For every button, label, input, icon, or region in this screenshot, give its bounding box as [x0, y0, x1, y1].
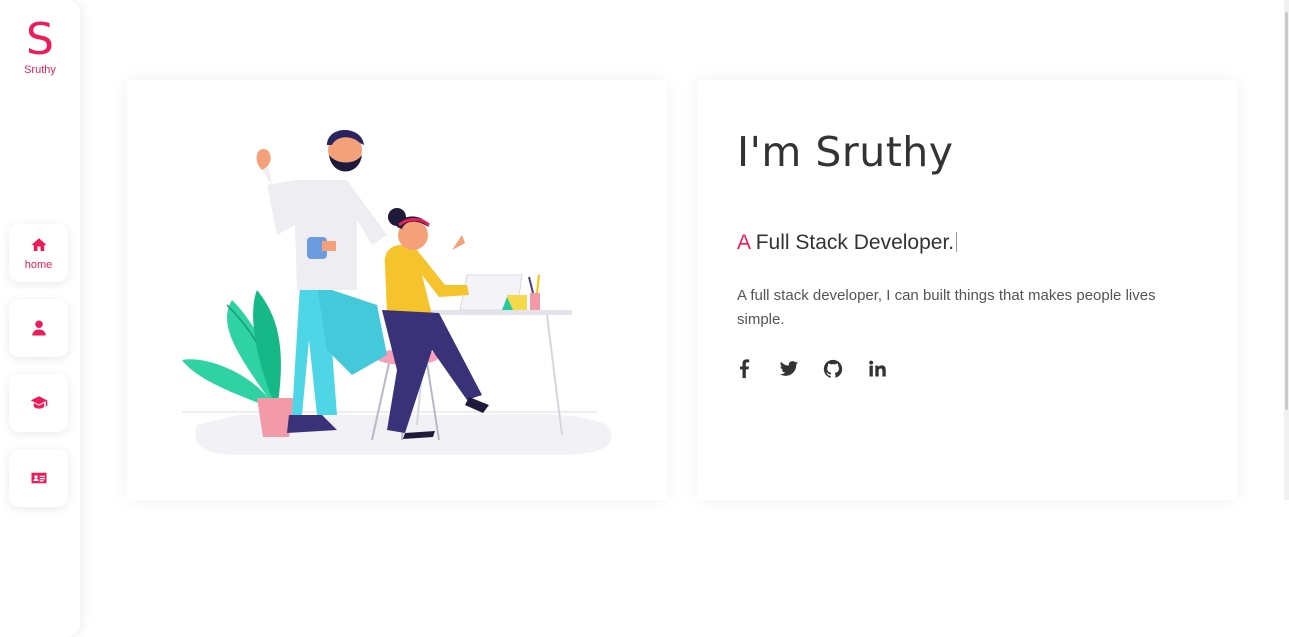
linkedin-link[interactable]	[867, 359, 887, 379]
graduation-cap-icon	[30, 396, 47, 409]
scrollbar[interactable]	[1284, 0, 1289, 500]
typing-cursor	[956, 232, 958, 252]
subtitle-role: Full Stack Developer.	[749, 231, 955, 254]
illustration-card	[127, 80, 667, 500]
logo[interactable]: S Sruthy	[0, 18, 80, 77]
linkedin-icon	[869, 360, 886, 377]
nav-home-label: home	[24, 258, 53, 271]
developers-illustration	[182, 130, 612, 455]
facebook-link[interactable]	[735, 359, 755, 379]
facebook-icon	[740, 359, 750, 379]
sidebar: S Sruthy home	[0, 0, 80, 637]
hero-description: A full stack developer, I can built thin…	[737, 287, 1156, 328]
contact-card-icon	[31, 472, 46, 484]
nav-about-button[interactable]	[9, 299, 68, 357]
logo-name[interactable]: Sruthy	[0, 64, 80, 76]
nav-education-button[interactable]	[9, 374, 68, 432]
github-icon	[823, 359, 843, 378]
intro-card: I'm Sruthy A Full Stack Developer. A ful…	[697, 80, 1237, 500]
subtitle-prefix: A	[737, 231, 750, 254]
home-icon	[31, 237, 46, 251]
user-icon	[31, 320, 46, 336]
twitter-icon	[779, 361, 799, 376]
social-links	[735, 359, 887, 379]
hero-subtitle: A Full Stack Developer.	[737, 231, 958, 255]
logo-letter[interactable]: S	[0, 18, 80, 62]
github-link[interactable]	[823, 359, 843, 379]
nav-home-button[interactable]: home	[9, 224, 68, 282]
nav-contact-button[interactable]	[9, 449, 68, 507]
hero-title: I'm Sruthy	[737, 128, 954, 176]
twitter-link[interactable]	[779, 359, 799, 379]
scrollbar-thumb[interactable]	[1285, 12, 1288, 410]
